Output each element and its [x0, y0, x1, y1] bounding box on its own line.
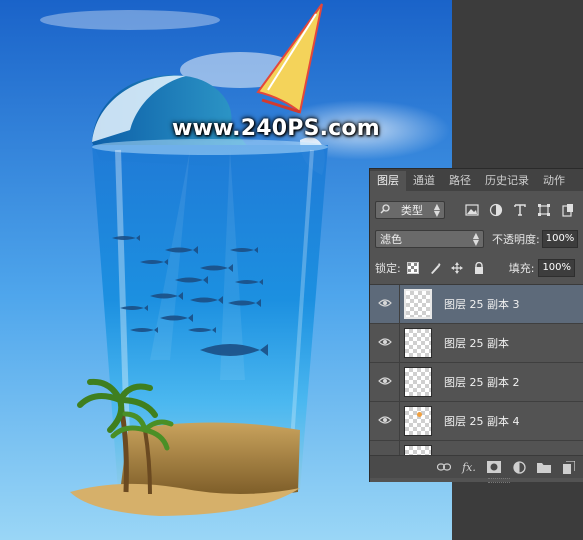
lock-fill-row: 锁定: 填充: 100% — [370, 259, 583, 277]
mask-icon[interactable] — [487, 460, 501, 474]
layer-thumbnail — [404, 406, 432, 436]
layer-row[interactable]: 图层 25 副本 — [370, 323, 583, 363]
layer-row[interactable]: 图层 25 副本 3 — [370, 285, 583, 324]
shape-filter-icon[interactable] — [537, 203, 551, 217]
adjustment-filter-icon[interactable] — [489, 203, 503, 217]
layer-thumbnail — [404, 328, 432, 358]
filter-kind-select[interactable]: 类型 ▲ ▼ — [375, 201, 445, 219]
tab-paths[interactable]: 路径 — [442, 171, 478, 191]
eye-icon — [377, 376, 392, 389]
eye-icon — [377, 298, 392, 311]
layer-thumbnail — [404, 445, 432, 455]
folder-icon[interactable] — [537, 460, 551, 474]
tab-layers[interactable]: 图层 — [370, 171, 406, 191]
smart-object-filter-icon[interactable] — [561, 203, 575, 217]
resize-grip[interactable] — [488, 478, 510, 483]
fill-input[interactable]: 100% — [538, 259, 576, 277]
visibility-toggle[interactable] — [370, 323, 400, 363]
eye-icon — [377, 415, 392, 428]
visibility-toggle[interactable] — [370, 362, 400, 402]
filter-kind-label: 类型 — [400, 204, 423, 217]
lock-position-icon[interactable] — [450, 262, 463, 274]
layer-name: 图层 25 副本 3 — [444, 298, 520, 311]
tab-channels[interactable]: 通道 — [406, 171, 442, 191]
opacity-label: 不透明度: — [492, 233, 540, 246]
layer-row[interactable]: 图层 25 副本 4 — [370, 401, 583, 441]
glass-rim — [92, 139, 328, 155]
visibility-toggle[interactable] — [370, 401, 400, 441]
layer-filter-row: 类型 ▲ ▼ — [370, 201, 583, 219]
link-icon[interactable] — [437, 460, 451, 474]
search-icon — [380, 203, 390, 217]
layer-thumbnail — [404, 289, 432, 319]
layer-row[interactable]: 图层 25 副本 2 — [370, 362, 583, 402]
layers-panel-footer: fx. — [370, 455, 583, 478]
opacity-input[interactable]: 100% — [541, 230, 579, 248]
watermark-text: www.240PS.com — [172, 116, 380, 141]
panel-tabs: 图层 通道 路径 历史记录 动作 — [370, 169, 583, 191]
layer-row[interactable] — [370, 440, 583, 455]
adjustment-icon[interactable] — [512, 460, 526, 474]
layer-name: 图层 25 副本 4 — [444, 415, 520, 428]
lock-all-icon[interactable] — [473, 261, 485, 274]
lock-image-pixels-icon[interactable] — [429, 262, 441, 274]
lock-label: 锁定: — [375, 262, 401, 275]
chevron-updown-icon: ▲ ▼ — [433, 202, 440, 218]
layers-list: 图层 25 副本 3 图层 25 副本 图层 25 副本 2 图层 25 副本 … — [370, 285, 583, 455]
layer-name: 图层 25 副本 2 — [444, 376, 520, 389]
chevron-updown-icon: ▲ ▼ — [472, 231, 479, 247]
fx-icon[interactable]: fx. — [462, 460, 476, 474]
layers-panel: 图层 通道 路径 历史记录 动作 类型 ▲ ▼ 滤色 ▲ ▼ 不透明度: 100… — [369, 168, 583, 483]
layer-thumbnail — [404, 367, 432, 397]
new-layer-icon[interactable] — [562, 460, 576, 474]
eye-icon — [377, 337, 392, 350]
blend-opacity-row: 滤色 ▲ ▼ 不透明度: 100% — [370, 230, 583, 248]
layer-name: 图层 25 副本 — [444, 337, 509, 350]
lock-transparent-pixels-icon[interactable] — [406, 262, 419, 274]
tab-actions[interactable]: 动作 — [536, 171, 572, 191]
thumbnail-content — [417, 412, 422, 417]
text-filter-icon[interactable] — [513, 203, 527, 217]
blend-mode-value: 滤色 — [380, 233, 402, 246]
cloud — [40, 10, 220, 30]
image-filter-icon[interactable] — [465, 203, 479, 217]
fill-label: 填充: — [508, 262, 535, 275]
visibility-toggle[interactable] — [370, 285, 400, 324]
blend-mode-select[interactable]: 滤色 ▲ ▼ — [375, 230, 484, 248]
visibility-toggle[interactable] — [370, 440, 400, 455]
tab-history[interactable]: 历史记录 — [478, 171, 536, 191]
